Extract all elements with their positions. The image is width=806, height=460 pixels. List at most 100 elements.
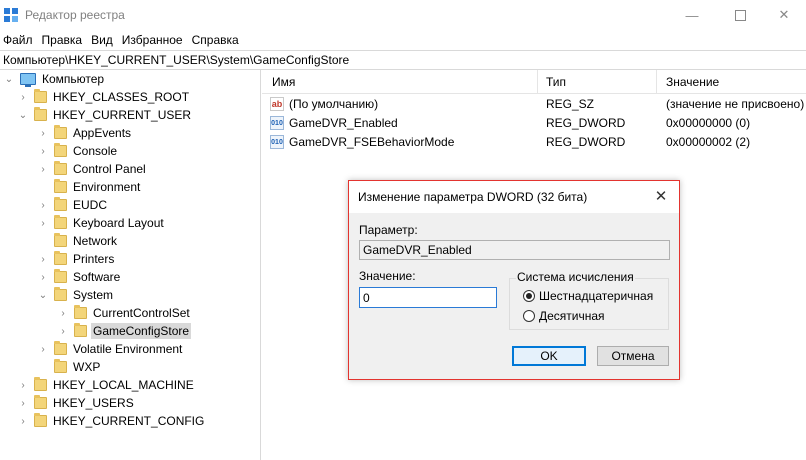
chevron-down-icon[interactable]: ⌄: [38, 286, 48, 304]
base-group-title: Система исчисления: [516, 270, 635, 284]
tree-item-keyboard-layout[interactable]: › Keyboard Layout: [38, 214, 166, 232]
tree-item-software[interactable]: › Software: [38, 268, 122, 286]
ok-button[interactable]: OK: [512, 346, 586, 366]
tree-item-label: AppEvents: [73, 126, 132, 140]
tree-item-wxp[interactable]: WXP: [38, 358, 102, 376]
chevron-down-icon[interactable]: ⌄: [18, 106, 28, 124]
value-data-input[interactable]: [359, 287, 497, 308]
computer-icon: [20, 73, 36, 87]
tree-item-label: Printers: [73, 252, 115, 266]
cancel-button[interactable]: Отмена: [597, 346, 669, 366]
radio-hexadecimal[interactable]: Шестнадцатеричная: [523, 289, 653, 303]
folder-icon: [54, 359, 67, 373]
tree-item-label: EUDC: [73, 198, 108, 212]
tree-item-label: Компьютер: [42, 72, 105, 86]
tree-item-gameconfigstore[interactable]: › GameConfigStore: [58, 322, 192, 340]
tree-item-hkey-local-machine[interactable]: › HKEY_LOCAL_MACHINE: [18, 376, 196, 394]
tree-item-console[interactable]: › Console: [38, 142, 119, 160]
tree-item-system[interactable]: ⌄ System: [38, 286, 115, 304]
edit-dword-dialog: Изменение параметра DWORD (32 бита) ✕ Па…: [348, 180, 680, 380]
radio-unchecked-icon: [523, 310, 535, 322]
tree-item-label: HKEY_CURRENT_USER: [53, 108, 192, 122]
chevron-right-icon[interactable]: ›: [38, 268, 48, 286]
address-bar[interactable]: Компьютер\HKEY_CURRENT_USER\System\GameC…: [0, 50, 806, 70]
tree-item-label: Console: [73, 144, 118, 158]
chevron-right-icon[interactable]: ›: [38, 124, 48, 142]
tree-item-volatile-environment[interactable]: › Volatile Environment: [38, 340, 184, 358]
chevron-right-icon[interactable]: ›: [38, 214, 48, 232]
tree-item-appevents[interactable]: › AppEvents: [38, 124, 133, 142]
maximize-icon: [734, 9, 746, 21]
tree-item-control-panel[interactable]: › Control Panel: [38, 160, 148, 178]
tree-item-label: HKEY_LOCAL_MACHINE: [53, 378, 194, 392]
folder-icon: [54, 341, 67, 355]
minimize-button[interactable]: —: [670, 0, 714, 30]
dialog-close-button[interactable]: ✕: [649, 187, 673, 207]
tree-item-printers[interactable]: › Printers: [38, 250, 116, 268]
column-divider[interactable]: [537, 70, 538, 94]
tree-item-network[interactable]: Network: [38, 232, 119, 250]
chevron-right-icon[interactable]: ›: [18, 394, 28, 412]
maximize-button[interactable]: [718, 0, 762, 30]
radio-hexadecimal-label: Шестнадцатеричная: [539, 289, 654, 303]
tree-item-hkey-current-user[interactable]: ⌄ HKEY_CURRENT_USER: [18, 106, 193, 124]
menu-help[interactable]: Справка: [191, 33, 244, 47]
value-label: Значение:: [359, 269, 416, 283]
tree-item-label: WXP: [73, 360, 101, 374]
dialog-title-bar[interactable]: Изменение параметра DWORD (32 бита) ✕: [349, 181, 679, 213]
menu-edit[interactable]: Правка: [41, 33, 88, 47]
chevron-right-icon[interactable]: ›: [58, 322, 68, 340]
chevron-right-icon[interactable]: ›: [18, 412, 28, 430]
chevron-right-icon[interactable]: ›: [58, 304, 68, 322]
chevron-down-icon[interactable]: ⌄: [4, 70, 14, 88]
menu-view[interactable]: Вид: [90, 33, 118, 47]
folder-icon: [74, 323, 87, 337]
tree-item-hkey-users[interactable]: › HKEY_USERS: [18, 394, 136, 412]
chevron-right-icon[interactable]: ›: [38, 142, 48, 160]
value-data: 0x00000002 (2): [666, 135, 751, 149]
chevron-right-icon[interactable]: ›: [38, 340, 48, 358]
title-bar: Редактор реестра — ✕: [0, 0, 806, 30]
folder-icon: [54, 233, 67, 247]
menu-bar: Файл Правка Вид Избранное Справка: [0, 30, 806, 50]
folder-icon: [54, 161, 67, 175]
folder-icon: [54, 197, 67, 211]
tree-item-hkey-current-config[interactable]: › HKEY_CURRENT_CONFIG: [18, 412, 206, 430]
list-row[interactable]: ab (По умолчанию) REG_SZ (значение не пр…: [262, 95, 806, 114]
radio-decimal[interactable]: Десятичная: [523, 309, 605, 323]
folder-icon: [54, 215, 67, 229]
parameter-name-field: GameDVR_Enabled: [359, 240, 670, 260]
dialog-title: Изменение параметра DWORD (32 бита): [358, 190, 588, 204]
folder-icon: [74, 305, 87, 319]
column-divider[interactable]: [656, 70, 657, 94]
menu-file[interactable]: Файл: [2, 33, 38, 47]
chevron-right-icon[interactable]: ›: [38, 250, 48, 268]
parameter-label: Параметр:: [359, 223, 418, 237]
column-header-name[interactable]: Имя: [272, 75, 295, 89]
radio-decimal-label: Десятичная: [539, 309, 605, 323]
column-header-type[interactable]: Тип: [546, 75, 566, 89]
window-title: Редактор реестра: [25, 8, 125, 22]
folder-icon: [54, 143, 67, 157]
menu-favorites[interactable]: Избранное: [121, 33, 188, 47]
chevron-right-icon[interactable]: ›: [18, 376, 28, 394]
tree-item-hkey-classes-root[interactable]: › HKEY_CLASSES_ROOT: [18, 88, 191, 106]
chevron-right-icon[interactable]: ›: [38, 196, 48, 214]
tree-item-computer[interactable]: ⌄ Компьютер: [4, 70, 106, 88]
tree-item-label: Control Panel: [73, 162, 146, 176]
value-type: REG_DWORD: [546, 135, 626, 149]
tree-item-eudc[interactable]: › EUDC: [38, 196, 109, 214]
value-data: (значение не присвоено): [666, 97, 805, 111]
value-data: 0x00000000 (0): [666, 116, 751, 130]
tree-item-environment[interactable]: Environment: [38, 178, 142, 196]
tree-item-currentcontrolset[interactable]: › CurrentControlSet: [58, 304, 192, 322]
tree-item-label: HKEY_CLASSES_ROOT: [53, 90, 190, 104]
chevron-right-icon[interactable]: ›: [38, 160, 48, 178]
list-row[interactable]: 010 GameDVR_Enabled REG_DWORD 0x00000000…: [262, 114, 806, 133]
column-header-value[interactable]: Значение: [666, 75, 719, 89]
close-button[interactable]: ✕: [762, 0, 806, 30]
chevron-right-icon[interactable]: ›: [18, 88, 28, 106]
list-row[interactable]: 010 GameDVR_FSEBehaviorMode REG_DWORD 0x…: [262, 133, 806, 152]
folder-icon: [54, 287, 67, 301]
